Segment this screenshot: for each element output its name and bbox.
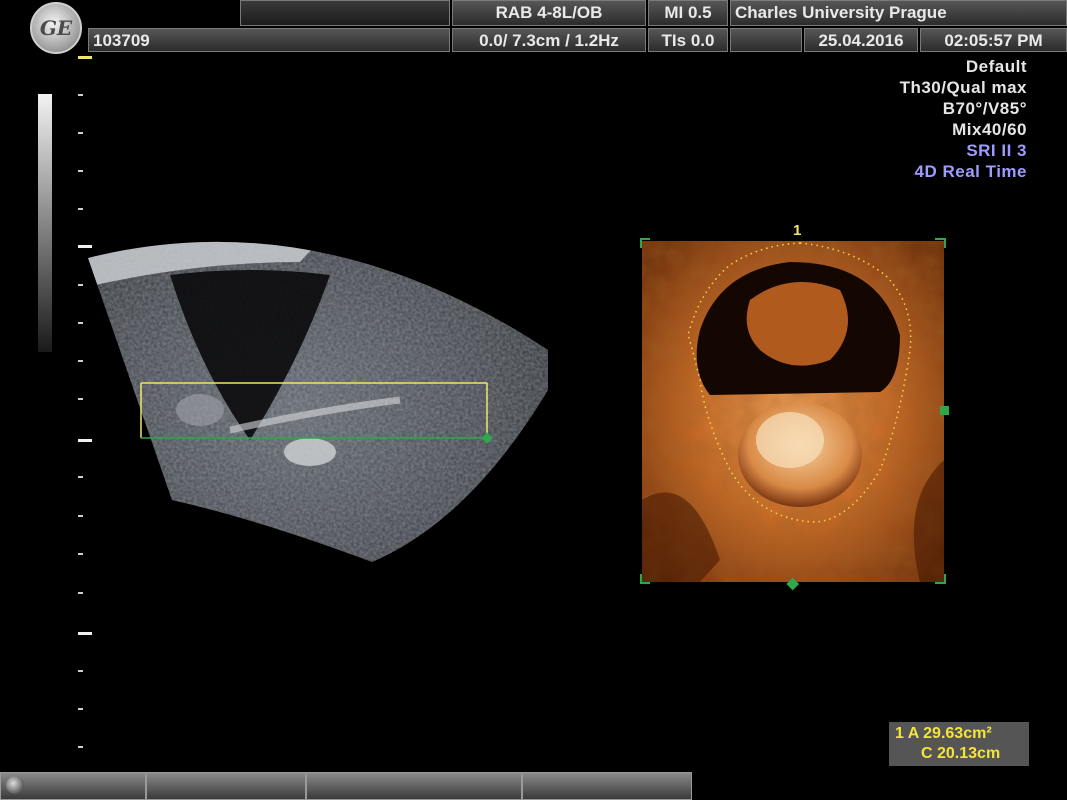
ge-logo-icon: GE bbox=[30, 2, 82, 54]
render-trace-label: 1 bbox=[793, 222, 802, 239]
bottom-toolbar bbox=[0, 772, 1067, 800]
measurement-circumference: C 20.13cm bbox=[921, 745, 1001, 762]
trackball-knob-icon bbox=[6, 776, 24, 794]
measurement-results: 1 A 29.63cm² C 20.13cm bbox=[889, 722, 1029, 766]
toolbar-segment-3[interactable] bbox=[306, 772, 522, 800]
toolbar-segment-2[interactable] bbox=[146, 772, 306, 800]
toolbar-segment-4[interactable] bbox=[522, 772, 692, 800]
measurement-area: 1 A 29.63cm² bbox=[895, 725, 992, 742]
render-3d-view bbox=[640, 238, 949, 591]
